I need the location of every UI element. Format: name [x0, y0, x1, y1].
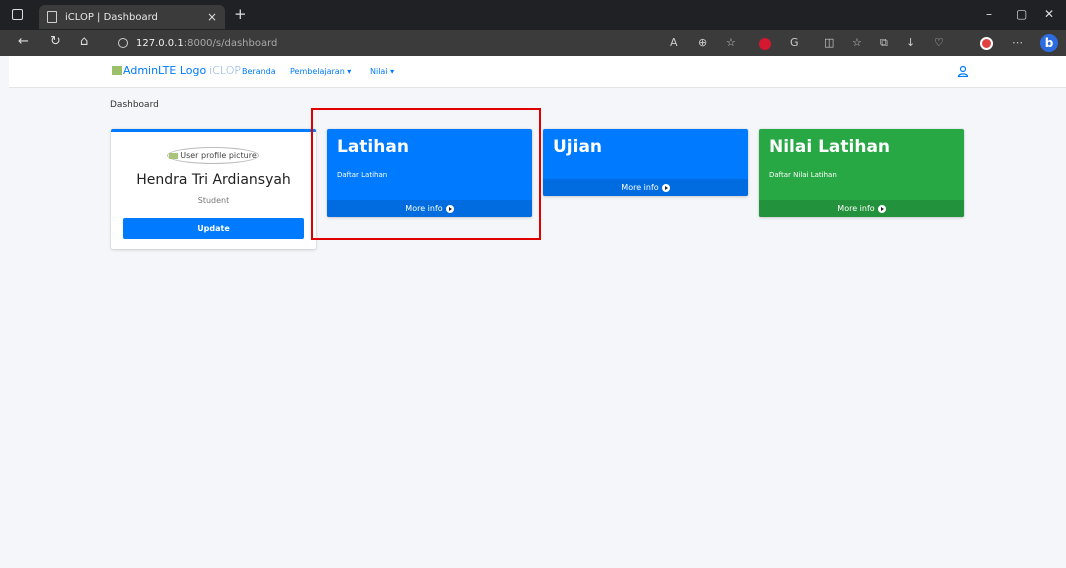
- broken-image-icon: [112, 66, 122, 75]
- url-field[interactable]: 127.0.0.1:8000/s/dashboard: [108, 33, 708, 53]
- minimize-button[interactable]: –: [986, 7, 992, 21]
- browser-tab-bar: iCLOP | Dashboard × + – ▢ ✕: [0, 0, 1066, 30]
- profile-card: User profile picture Hendra Tri Ardiansy…: [111, 129, 316, 249]
- arrow-circle-right-icon: [877, 204, 886, 213]
- adblock-extension-icon[interactable]: [759, 38, 771, 50]
- more-info-label: More info: [621, 183, 659, 192]
- tab-close-icon[interactable]: ×: [207, 10, 217, 24]
- profile-avatar-icon[interactable]: [980, 37, 993, 50]
- browser-essentials-icon[interactable]: ♡: [934, 36, 944, 49]
- url-host: 127.0.0.1: [136, 37, 184, 49]
- box-subtitle: Daftar Nilai Latihan: [769, 171, 837, 179]
- avatar: User profile picture: [167, 147, 259, 164]
- more-menu-icon[interactable]: ⋯: [1012, 36, 1023, 49]
- avatar-alt-text: User profile picture: [180, 151, 257, 160]
- user-icon[interactable]: [957, 65, 969, 77]
- brand-text: iCLOP: [209, 64, 241, 77]
- window-menu-icon[interactable]: [12, 9, 23, 20]
- app-navbar: AdminLTE Logo iCLOP Beranda Pembelajaran…: [9, 56, 1066, 88]
- browser-address-bar: ← ↻ ⌂ 127.0.0.1:8000/s/dashboard A ⊕ ☆ G…: [0, 30, 1066, 56]
- info-icon[interactable]: [118, 38, 128, 48]
- new-tab-button[interactable]: +: [234, 5, 247, 23]
- profile-name: Hendra Tri Ardiansyah: [136, 172, 291, 188]
- highlight-box: [311, 108, 541, 240]
- brand-link[interactable]: AdminLTE Logo iCLOP: [112, 64, 241, 77]
- favorite-star-icon[interactable]: ☆: [726, 36, 736, 49]
- collections-icon[interactable]: ⧉: [880, 36, 888, 50]
- back-icon[interactable]: ←: [18, 34, 29, 49]
- broken-image-icon: [169, 152, 179, 159]
- nilai-latihan-box: Nilai Latihan Daftar Nilai Latihan More …: [759, 129, 964, 217]
- favorites-icon[interactable]: ☆: [852, 36, 862, 49]
- logo-alt-text: AdminLTE Logo: [123, 64, 207, 77]
- box-title: Nilai Latihan: [769, 137, 891, 157]
- nav-link-beranda[interactable]: Beranda: [242, 67, 276, 76]
- zoom-icon[interactable]: ⊕: [698, 36, 707, 49]
- bing-copilot-icon[interactable]: b: [1040, 34, 1058, 52]
- page-icon: [47, 11, 57, 23]
- update-button[interactable]: Update: [123, 218, 304, 239]
- more-info-label: More info: [837, 204, 875, 213]
- tab-title: iCLOP | Dashboard: [65, 11, 158, 23]
- home-icon[interactable]: ⌂: [80, 34, 88, 49]
- profile-role: Student: [197, 196, 230, 205]
- read-aloud-icon[interactable]: A: [670, 36, 678, 49]
- close-window-button[interactable]: ✕: [1044, 7, 1054, 21]
- ujian-more-info-link[interactable]: More info: [543, 179, 748, 196]
- url-path: :8000/s/dashboard: [183, 37, 278, 49]
- ujian-box: Ujian More info: [543, 129, 748, 196]
- arrow-circle-right-icon: [661, 183, 670, 192]
- nilai-latihan-more-info-link[interactable]: More info: [759, 200, 964, 217]
- brand-logo: AdminLTE Logo: [112, 64, 206, 77]
- split-screen-icon[interactable]: ◫: [824, 36, 834, 49]
- extension-icon[interactable]: G: [790, 36, 799, 49]
- refresh-icon[interactable]: ↻: [50, 34, 61, 49]
- nav-link-nilai[interactable]: Nilai ▾: [370, 67, 394, 76]
- nav-link-pembelajaran[interactable]: Pembelajaran ▾: [290, 67, 351, 76]
- box-title: Ujian: [553, 137, 603, 157]
- browser-tab[interactable]: iCLOP | Dashboard ×: [39, 5, 225, 29]
- downloads-icon[interactable]: ↓: [906, 36, 915, 49]
- page-title: Dashboard: [110, 100, 159, 110]
- maximize-button[interactable]: ▢: [1016, 7, 1027, 21]
